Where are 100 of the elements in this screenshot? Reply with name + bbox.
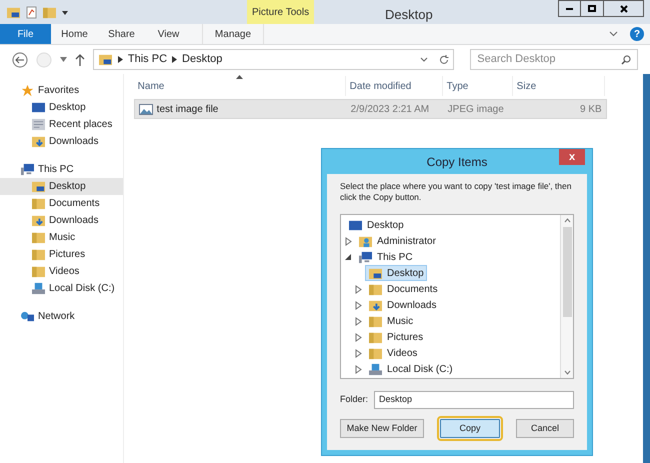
forward-icon	[36, 52, 52, 68]
tree-item[interactable]: Videos	[365, 345, 420, 361]
nav-item[interactable]: Music	[0, 229, 123, 246]
up-arrow-icon[interactable]	[74, 54, 85, 66]
network-icon	[20, 310, 35, 323]
breadcrumb-arrow-icon[interactable]	[118, 56, 123, 63]
sort-arrow-icon	[236, 75, 243, 79]
nav-item[interactable]: Downloads	[0, 212, 123, 229]
column-header[interactable]: Name	[134, 76, 346, 96]
breadcrumb-item[interactable]: This PC	[128, 51, 168, 68]
drive-icon	[368, 362, 383, 376]
computer-icon	[358, 250, 373, 264]
tree-item[interactable]: Administrator	[355, 233, 439, 249]
desktop-folder-icon	[368, 266, 383, 280]
downloads-folder-icon	[31, 135, 46, 148]
tree-item[interactable]: Music	[365, 313, 416, 329]
desktop-folder-icon	[98, 53, 113, 66]
expand-arrow-icon[interactable]	[345, 236, 352, 246]
column-header[interactable]: Type	[442, 76, 513, 96]
nav-item[interactable]: Desktop	[0, 99, 123, 116]
file-row[interactable]: test image file 2/9/2023 2:21 AM JPEG image 9 KB	[134, 99, 607, 119]
folder-icon	[31, 197, 46, 210]
downloads-folder-icon	[368, 298, 383, 312]
folder-icon	[368, 346, 383, 360]
table-cell-text: 9 KB	[580, 102, 602, 116]
desktop-folder-icon	[6, 6, 21, 18]
computer-icon	[20, 163, 35, 176]
nav-item[interactable]: Recent places	[0, 116, 123, 133]
ribbon-tab[interactable]: View	[145, 24, 192, 44]
breadcrumb-arrow-icon[interactable]	[172, 56, 178, 63]
tree-item[interactable]: Desktop	[365, 265, 427, 281]
maximize-button[interactable]	[581, 0, 604, 17]
close-icon	[620, 4, 628, 12]
address-field[interactable]: This PC Desktop	[92, 49, 454, 70]
folder-icon	[368, 282, 383, 296]
monitor-icon	[31, 101, 46, 114]
properties-icon[interactable]	[25, 6, 38, 18]
dialog-button[interactable]: Make New Folder	[340, 419, 424, 438]
folder-icon	[31, 265, 46, 278]
table-cell-text: test image file	[156, 102, 218, 116]
expand-arrow-icon[interactable]	[355, 364, 362, 374]
file-tab[interactable]: File	[0, 24, 51, 44]
tree-item[interactable]: Documents	[365, 281, 441, 297]
expand-arrow-icon[interactable]	[355, 332, 362, 342]
expand-arrow-icon[interactable]	[355, 300, 362, 310]
nav-item[interactable]: Downloads	[0, 133, 123, 150]
monitor-icon	[348, 218, 363, 232]
nav-item[interactable]: Pictures	[0, 246, 123, 263]
search-field[interactable]: Search Desktop	[470, 49, 638, 70]
table-cell-text: 2/9/2023 2:21 AM	[350, 102, 430, 116]
nav-group-header[interactable]: Favorites	[0, 82, 123, 99]
context-tab-header: Picture Tools	[247, 0, 314, 24]
dialog-title: Copy Items	[426, 154, 488, 170]
dialog-button[interactable]: Cancel	[516, 419, 574, 438]
nav-item[interactable]: Videos	[0, 263, 123, 280]
downloads-folder-icon	[31, 214, 46, 227]
chevron-down-icon[interactable]	[609, 31, 618, 37]
tree-item[interactable]: Downloads	[365, 297, 440, 313]
folder-icon	[368, 330, 383, 344]
tree-item[interactable]: Pictures	[365, 329, 426, 345]
drive-icon	[31, 282, 46, 295]
folder-icon	[368, 314, 383, 328]
dropdown-icon[interactable]	[61, 8, 69, 16]
ribbon-tab[interactable]: Home	[51, 24, 98, 44]
table-cell-text: JPEG image	[448, 102, 504, 116]
nav-item[interactable]: Local Disk (C:)	[0, 280, 123, 297]
expand-arrow-icon[interactable]	[355, 316, 362, 326]
collapse-arrow-icon[interactable]	[345, 254, 352, 260]
image-file-icon	[138, 104, 153, 114]
expand-arrow-icon[interactable]	[355, 284, 362, 294]
column-header[interactable]: Date modified	[346, 76, 443, 96]
minimize-button[interactable]	[558, 0, 581, 17]
column-header[interactable]: Size	[512, 76, 605, 96]
refresh-icon[interactable]	[439, 54, 450, 64]
star-icon	[20, 84, 35, 97]
user-folder-icon	[358, 234, 373, 248]
nav-group-header[interactable]: Network	[0, 308, 123, 325]
nav-item[interactable]: Documents	[0, 195, 123, 212]
window-title: Desktop	[385, 6, 433, 24]
dialog-button[interactable]: Copy	[440, 419, 500, 438]
breadcrumb-item[interactable]: Desktop	[182, 51, 222, 68]
scroll-thumb[interactable]	[562, 227, 572, 317]
ribbon-tab[interactable]: Share	[98, 24, 145, 44]
scrollbar[interactable]	[560, 215, 573, 378]
chevron-down-icon[interactable]	[60, 57, 67, 62]
tree-item[interactable]: This PC	[355, 249, 416, 265]
back-icon[interactable]	[12, 52, 28, 68]
expand-arrow-icon[interactable]	[355, 348, 362, 358]
tree-item[interactable]: Local Disk (C:)	[365, 361, 456, 377]
folder-icon	[42, 6, 57, 18]
close-button[interactable]	[604, 0, 644, 17]
folder-field[interactable]: Desktop	[374, 391, 574, 409]
help-button[interactable]: ?	[630, 27, 644, 41]
search-icon	[620, 54, 631, 64]
close-button[interactable]: x	[559, 149, 585, 165]
nav-item[interactable]: Desktop	[0, 178, 123, 195]
instruction-text: Select the place where you want to copy 'test image file', then click the Copy button.	[340, 181, 572, 203]
nav-group-header[interactable]: This PC	[0, 161, 123, 178]
chevron-down-icon[interactable]	[420, 57, 428, 62]
tree-item[interactable]: Desktop	[345, 217, 407, 233]
